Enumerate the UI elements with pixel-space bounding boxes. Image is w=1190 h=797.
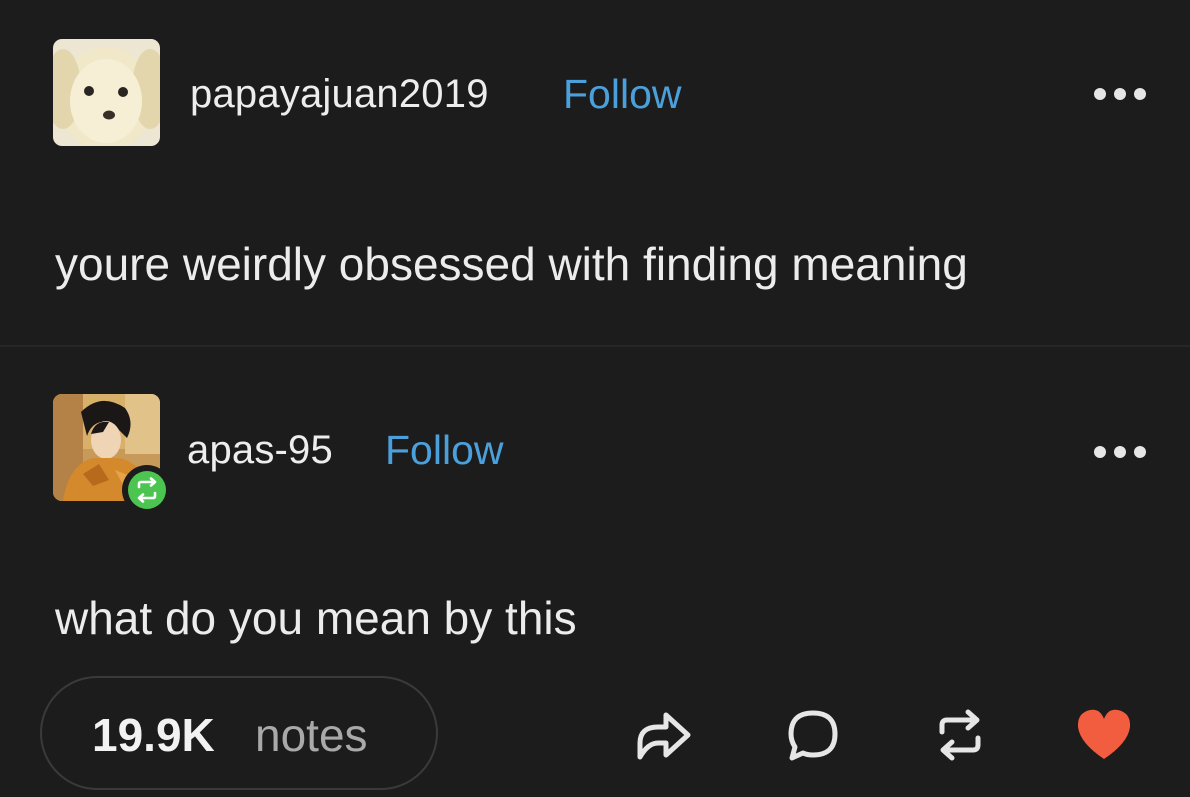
like-icon[interactable] [1074,705,1134,765]
more-options-icon[interactable] [1092,442,1148,462]
follow-button[interactable]: Follow [385,427,503,474]
avatar-papayajuan2019[interactable] [53,39,160,146]
reblog-icon[interactable] [930,705,990,765]
reblog-badge-icon [137,477,157,503]
follow-button[interactable]: Follow [563,71,681,118]
tumblr-post-card: papayajuan2019 Follow youre weirdly obse… [0,0,1190,797]
more-options-icon[interactable] [1092,84,1148,104]
post-original [0,0,1190,345]
puppy-avatar-icon [53,39,160,146]
notes-count[interactable]: 19.9K [92,708,215,762]
reply-icon[interactable] [783,705,843,765]
share-icon[interactable] [632,705,692,765]
notes-label[interactable]: notes [255,708,368,762]
post-body-text: what do you mean by this [55,592,577,644]
post-body-text: youre weirdly obsessed with finding mean… [55,238,968,290]
reblog-badge [122,465,172,515]
username-label[interactable]: papayajuan2019 [190,72,489,117]
username-label[interactable]: apas-95 [187,428,333,473]
